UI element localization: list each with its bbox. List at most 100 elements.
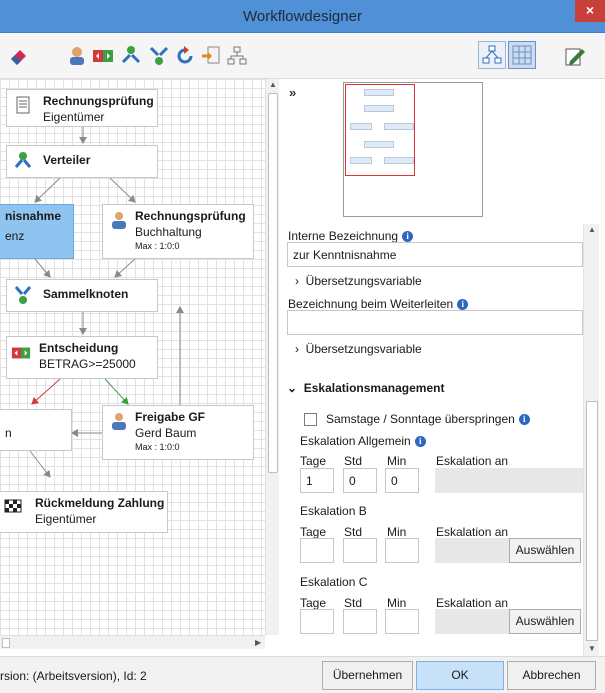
decision-icon[interactable] — [92, 45, 114, 67]
node-max: Max : 1:0:0 — [135, 241, 180, 251]
import-icon[interactable] — [200, 45, 222, 67]
interne-bezeichnung-label: Interne Bezeichnung i — [288, 229, 414, 243]
node-partial[interactable]: n — [0, 409, 72, 451]
minimap-node — [384, 157, 414, 164]
b-std-input[interactable] — [343, 538, 377, 563]
connect-mode-button[interactable] — [478, 41, 506, 69]
chevron-right-icon: › — [295, 274, 306, 288]
node-rueckmeldung-zahlung[interactable]: Rückmeldung Zahlung Eigentümer — [0, 491, 168, 533]
c-auswaehlen-button[interactable]: Auswählen — [509, 609, 581, 634]
node-freigabe-gf[interactable]: Freigabe GF Gerd Baum Max : 1:0:0 — [102, 405, 254, 460]
chevron-down-icon: ⌄ — [287, 381, 304, 395]
version-status: rsion: (Arbeitsversion), Id: 2 — [0, 669, 147, 683]
b-min-input[interactable] — [385, 538, 419, 563]
canvas-horizontal-scroll-thumb[interactable] — [2, 638, 10, 648]
node-title: Verteiler — [43, 153, 91, 167]
info-icon[interactable]: i — [518, 414, 530, 425]
eskalation-c-label: Eskalation C — [300, 575, 368, 589]
minimap-node — [364, 105, 394, 112]
col-min: Min — [387, 525, 407, 539]
bezeichnung-weiterleiten-field[interactable] — [287, 310, 583, 335]
minimap-node — [364, 141, 394, 148]
layout-icon[interactable] — [226, 45, 248, 67]
window-title: Workflowdesigner — [243, 8, 362, 25]
toolbar — [0, 33, 605, 79]
distributor-icon — [14, 152, 32, 168]
col-std: Std — [344, 525, 363, 539]
allgemein-min-input[interactable]: 0 — [385, 468, 419, 493]
ok-button[interactable]: OK — [416, 661, 504, 690]
canvas-vertical-scrollbar[interactable]: ▲ — [265, 79, 279, 635]
overview-minimap[interactable] — [343, 82, 483, 217]
user-icon — [112, 212, 126, 229]
c-min-input[interactable] — [385, 609, 419, 634]
c-std-input[interactable] — [343, 609, 377, 634]
distributor-icon[interactable] — [120, 45, 142, 67]
col-std: Std — [344, 596, 363, 610]
eskalation-section-header[interactable]: ⌄ Eskalationsmanagement — [287, 381, 444, 395]
node-subtitle: Buchhaltung — [135, 225, 202, 239]
info-icon[interactable]: i — [402, 231, 414, 242]
panel-scroll-thumb[interactable] — [586, 401, 598, 641]
b-auswaehlen-button[interactable]: Auswählen — [509, 538, 581, 563]
loop-icon[interactable] — [174, 45, 196, 67]
col-tage: Tage — [300, 596, 327, 610]
apply-button[interactable]: Übernehmen — [322, 661, 413, 690]
info-icon[interactable]: i — [457, 299, 469, 310]
minimap-node — [350, 123, 372, 130]
skip-weekends-label: Samstage / Sonntage überspringen i — [326, 412, 530, 426]
grid-toggle-icon — [512, 45, 532, 65]
merge-icon[interactable] — [148, 45, 170, 67]
col-eskalation-an: Eskalation an — [436, 525, 509, 539]
scroll-up-arrow-icon[interactable]: ▲ — [588, 225, 596, 234]
node-subtitle: Eigentümer — [43, 110, 105, 124]
node-rechnungspruefung-buchhaltung[interactable]: Rechnungsprüfung Buchhaltung Max : 1:0:0 — [102, 204, 254, 259]
collapse-panel-button[interactable]: » — [289, 85, 296, 100]
minimap-node — [384, 123, 414, 130]
finish-flag-icon — [4, 499, 22, 513]
eraser-icon[interactable] — [8, 45, 30, 67]
status-bar: rsion: (Arbeitsversion), Id: 2 Übernehme… — [0, 656, 605, 693]
cancel-button[interactable]: Abbrechen — [507, 661, 596, 690]
node-entscheidung[interactable]: Entscheidung BETRAG>=25000 — [6, 336, 158, 379]
c-tage-input[interactable] — [300, 609, 334, 634]
document-icon — [16, 96, 30, 114]
b-eskalation-an-field[interactable] — [435, 538, 509, 563]
info-icon[interactable]: i — [414, 436, 426, 447]
uebersetzungsvariable-toggle-1[interactable]: › Übersetzungsvariable — [295, 274, 422, 288]
node-title: Sammelknoten — [43, 287, 129, 301]
b-tage-input[interactable] — [300, 538, 334, 563]
scroll-up-arrow-icon[interactable]: ▲ — [269, 80, 277, 89]
interne-bezeichnung-field[interactable]: zur Kenntnisnahme — [287, 242, 583, 267]
grid-toggle-button[interactable] — [508, 41, 536, 69]
node-rechnungspruefung-eigentuemer[interactable]: Rechnungsprüfung Eigentümer — [6, 89, 158, 127]
edit-icon[interactable] — [564, 45, 586, 67]
scroll-right-arrow-icon[interactable]: ▶ — [255, 638, 261, 647]
user-icon[interactable] — [66, 45, 88, 67]
close-button[interactable]: × — [575, 0, 605, 22]
node-title: Rechnungsprüfung — [135, 209, 246, 223]
canvas-horizontal-scrollbar[interactable]: ▶ — [0, 635, 265, 649]
uebersetzungsvariable-toggle-2[interactable]: › Übersetzungsvariable — [295, 342, 422, 356]
canvas-vertical-scroll-thumb[interactable] — [268, 93, 278, 473]
connect-mode-icon — [482, 45, 502, 64]
eskalation-b-label: Eskalation B — [300, 504, 367, 518]
eskalation-allgemein-label: Eskalation Allgemein i — [300, 434, 426, 448]
node-title: Entscheidung — [39, 341, 119, 355]
node-subtitle: enz — [5, 229, 25, 243]
allgemein-eskalation-an-field[interactable] — [435, 468, 583, 493]
panel-vertical-scrollbar[interactable]: ▲ ▼ — [583, 224, 599, 656]
scroll-down-arrow-icon[interactable]: ▼ — [588, 644, 596, 653]
allgemein-std-input[interactable]: 0 — [343, 468, 377, 493]
node-subtitle: Eigentümer — [35, 512, 97, 526]
col-min: Min — [387, 454, 407, 468]
node-verteiler[interactable]: Verteiler — [6, 145, 158, 178]
node-sammelknoten[interactable]: Sammelknoten — [6, 279, 158, 312]
node-title: Rechnungsprüfung — [43, 94, 154, 108]
c-eskalation-an-field[interactable] — [435, 609, 509, 634]
allgemein-tage-input[interactable]: 1 — [300, 468, 334, 493]
skip-weekends-checkbox[interactable] — [304, 413, 317, 426]
col-tage: Tage — [300, 454, 327, 468]
node-kenntnisnahme-selected[interactable]: nisnahme enz — [0, 204, 74, 259]
workflow-canvas[interactable]: Rechnungsprüfung Eigentümer Verteiler nis… — [0, 79, 265, 635]
